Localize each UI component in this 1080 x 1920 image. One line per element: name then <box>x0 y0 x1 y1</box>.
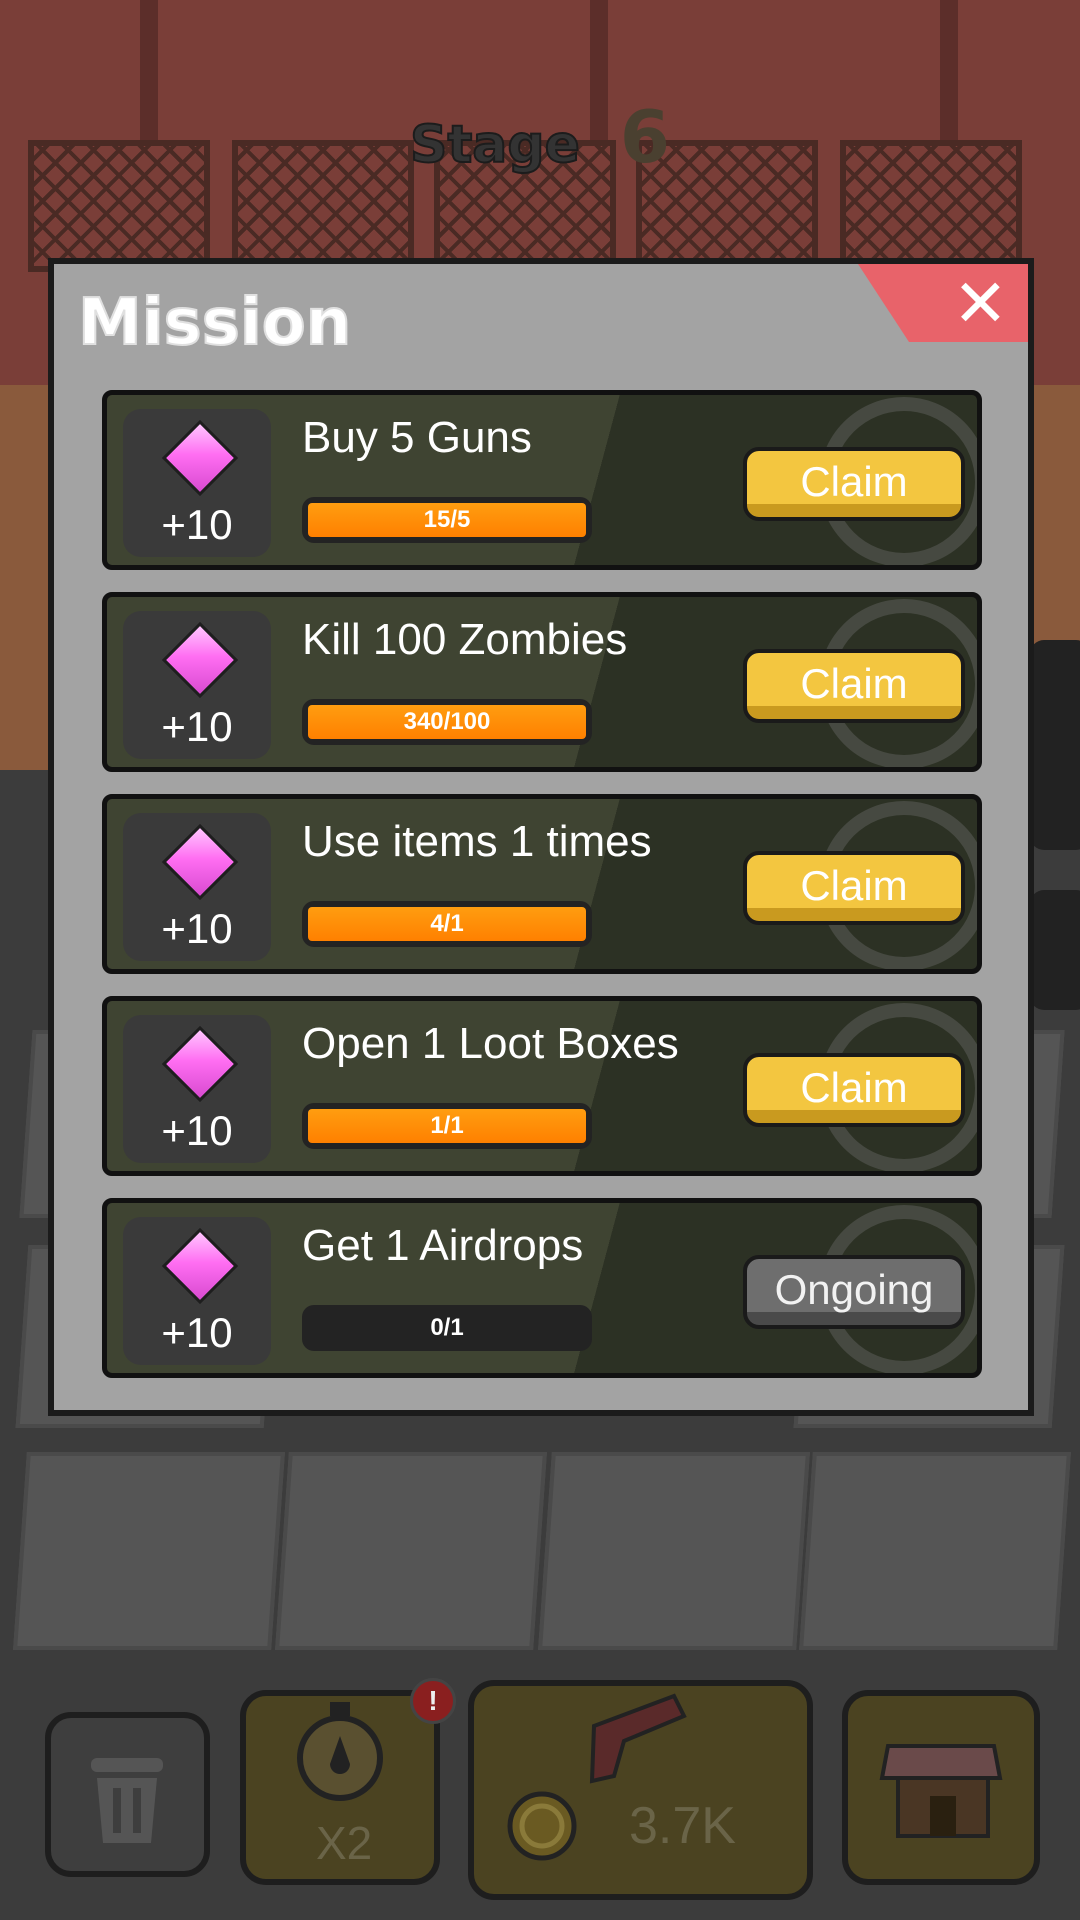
claim-button[interactable]: Claim <box>743 1053 965 1127</box>
close-button[interactable]: ✕ <box>858 264 1028 342</box>
stage-number: 6 <box>619 95 670 179</box>
mission-title: Kill 100 Zombies <box>302 615 628 664</box>
mission-title: Use items 1 times <box>302 817 652 866</box>
panel-title: Mission <box>77 285 352 361</box>
mission-row: +10 Get 1 Airdrops 0/1 Ongoing <box>102 1198 982 1378</box>
shop-icon <box>879 1744 1003 1838</box>
close-icon[interactable]: ✕ <box>953 268 1008 338</box>
reward-box: +10 <box>123 611 271 759</box>
pink-gem-icon <box>161 823 239 901</box>
trash-can-icon <box>91 1758 163 1843</box>
reward-box: +10 <box>123 1015 271 1163</box>
progress-bar: 1/1 <box>302 1103 592 1149</box>
reward-amount: +10 <box>161 1107 233 1154</box>
progress-text: 340/100 <box>403 708 491 735</box>
pink-gem-icon <box>161 419 239 497</box>
progress-bar: 4/1 <box>302 901 592 947</box>
reward-box: +10 <box>123 409 271 557</box>
shop-button[interactable] <box>842 1690 1040 1885</box>
stage-label: Stage <box>409 114 581 176</box>
reward-box: +10 <box>123 813 271 961</box>
pink-gem-icon <box>161 1025 239 1103</box>
stage-indicator: Stage 6 <box>0 95 1080 179</box>
mission-row: +10 Buy 5 Guns 15/5 Claim <box>102 390 982 570</box>
progress-text: 15/5 <box>423 506 471 533</box>
progress-bar: 340/100 <box>302 699 592 745</box>
reward-amount: +10 <box>161 905 233 952</box>
grid-slot[interactable] <box>799 1452 1071 1650</box>
mission-title: Buy 5 Guns <box>302 413 532 462</box>
trash-button[interactable] <box>45 1712 210 1877</box>
coin-icon <box>507 1791 577 1861</box>
reward-amount: +10 <box>161 501 233 548</box>
claim-button[interactable]: Claim <box>743 649 965 723</box>
speed-boost-button[interactable]: X2 <box>240 1690 440 1885</box>
claim-button[interactable]: Claim <box>743 851 965 925</box>
grid-slot[interactable] <box>275 1452 547 1650</box>
progress-bar: 0/1 <box>302 1305 592 1351</box>
mission-title: Open 1 Loot Boxes <box>302 1019 679 1068</box>
side-panel <box>1030 640 1080 850</box>
gun-price-label: 3.7K <box>629 1797 736 1855</box>
buy-gun-button[interactable]: 3.7K <box>468 1680 813 1900</box>
progress-text: 1/1 <box>430 1112 464 1139</box>
pink-gem-icon <box>161 1227 239 1305</box>
stopwatch-icon <box>297 1702 383 1801</box>
mission-title: Get 1 Airdrops <box>302 1221 584 1270</box>
speed-multiplier-label: X2 <box>316 1817 373 1869</box>
mission-row: +10 Open 1 Loot Boxes 1/1 Claim <box>102 996 982 1176</box>
mission-panel: Mission ✕ +10 Buy 5 Guns 15/5 Claim +10 … <box>48 258 1034 1416</box>
mission-row: +10 Use items 1 times 4/1 Claim <box>102 794 982 974</box>
ongoing-button[interactable]: Ongoing <box>743 1255 965 1329</box>
progress-text: 0/1 <box>430 1314 464 1341</box>
pink-gem-icon <box>161 621 239 699</box>
side-panel <box>1030 890 1080 1010</box>
reward-amount: +10 <box>161 1309 233 1356</box>
progress-text: 4/1 <box>430 910 464 937</box>
mission-row: +10 Kill 100 Zombies 340/100 Claim <box>102 592 982 772</box>
grid-slot[interactable] <box>538 1452 810 1650</box>
reward-amount: +10 <box>161 703 233 750</box>
progress-bar: 15/5 <box>302 497 592 543</box>
claim-button[interactable]: Claim <box>743 447 965 521</box>
grid-slot[interactable] <box>13 1452 285 1650</box>
reward-box: +10 <box>123 1217 271 1365</box>
alert-badge: ! <box>410 1678 456 1724</box>
